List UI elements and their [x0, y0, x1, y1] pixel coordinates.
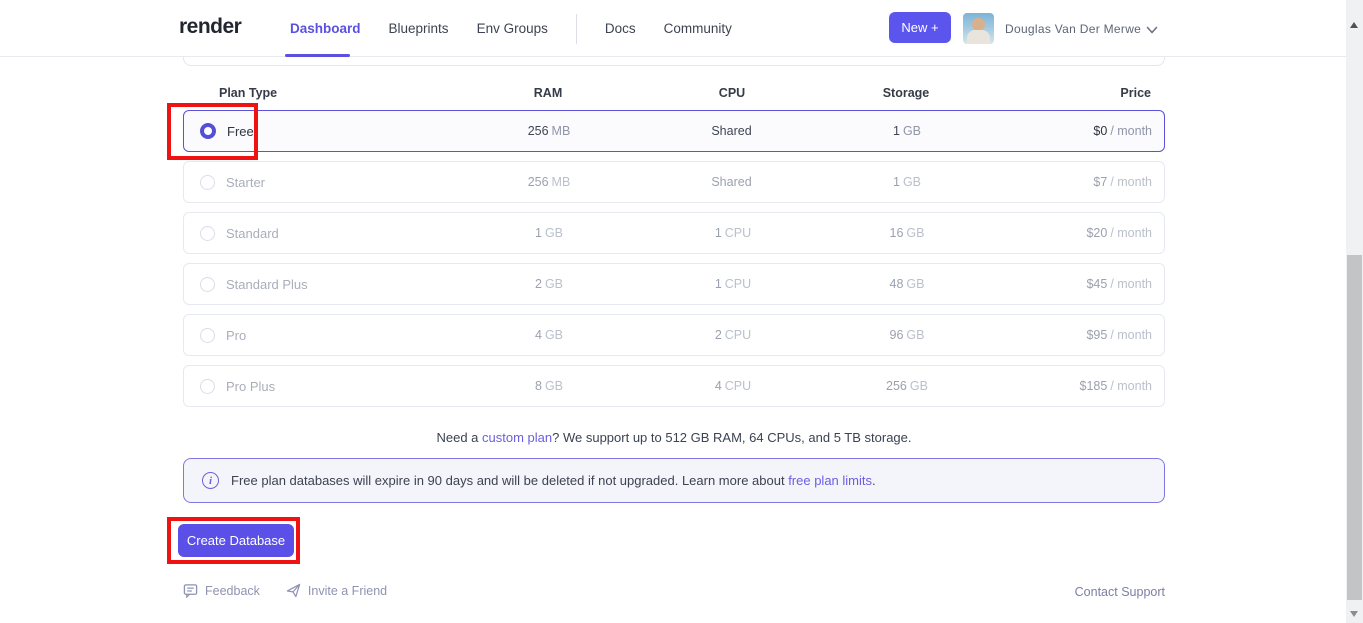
new-button[interactable]: New +: [889, 12, 951, 43]
banner-text: Free plan databases will expire in 90 da…: [231, 473, 876, 488]
invite-friend-link[interactable]: Invite a Friend: [286, 583, 387, 598]
invite-friend-label: Invite a Friend: [308, 584, 387, 598]
plan-cpu: 1CPU: [664, 275, 802, 293]
main-nav: Dashboard Blueprints Env Groups Docs Com…: [290, 0, 732, 57]
vertical-scrollbar[interactable]: [1346, 0, 1363, 623]
plan-radio[interactable]: [200, 328, 215, 343]
feedback-link[interactable]: Feedback: [183, 583, 260, 598]
plan-row[interactable]: Standard 1GB 1CPU 16GB $20/ month: [183, 212, 1165, 254]
custom-plan-link[interactable]: custom plan: [482, 430, 552, 445]
column-header-cpu: CPU: [663, 86, 801, 100]
plan-cpu: Shared: [664, 122, 802, 140]
contact-support-link[interactable]: Contact Support: [1075, 585, 1165, 599]
top-navbar: render Dashboard Blueprints Env Groups D…: [0, 0, 1346, 57]
plan-radio[interactable]: [200, 175, 215, 190]
plan-ram: 2GB: [434, 275, 664, 293]
plan-storage: 16GB: [802, 224, 1012, 242]
plan-storage: 1GB: [802, 122, 1012, 140]
custom-plan-prefix: Need a: [436, 430, 482, 445]
plan-storage: 256GB: [802, 377, 1012, 395]
plan-ram: 8GB: [434, 377, 664, 395]
plan-table-header: Plan Type RAM CPU Storage Price: [183, 83, 1165, 103]
free-plan-limits-link[interactable]: free plan limits: [788, 473, 872, 488]
nav-tab-env-groups[interactable]: Env Groups: [477, 21, 548, 36]
plan-name: Pro: [226, 328, 246, 343]
plan-radio[interactable]: [200, 379, 215, 394]
plan-radio[interactable]: [200, 123, 216, 139]
render-logo[interactable]: render: [179, 15, 241, 39]
plan-name: Starter: [226, 175, 265, 190]
plan-cpu: Shared: [664, 173, 802, 191]
plan-ram: 4GB: [434, 326, 664, 344]
plan-cpu: 4CPU: [664, 377, 802, 395]
info-icon: i: [202, 472, 219, 489]
plan-price: $185/ month: [1012, 377, 1166, 395]
plan-radio[interactable]: [200, 277, 215, 292]
main-content: Plan Type RAM CPU Storage Price Free 256…: [183, 0, 1165, 623]
plan-storage: 1GB: [802, 173, 1012, 191]
plan-name: Standard Plus: [226, 277, 308, 292]
scrollbar-down-arrow[interactable]: [1350, 611, 1358, 617]
plan-price: $95/ month: [1012, 326, 1166, 344]
plan-cpu: 1CPU: [664, 224, 802, 242]
feedback-bubble-icon: [183, 583, 198, 598]
create-database-button[interactable]: Create Database: [178, 524, 294, 557]
footer-left: Feedback Invite a Friend: [183, 583, 387, 598]
plan-price: $7/ month: [1012, 173, 1166, 191]
avatar-shoulders: [967, 30, 990, 44]
plan-row[interactable]: Pro Plus 8GB 4CPU 256GB $185/ month: [183, 365, 1165, 407]
plan-ram: 256MB: [434, 122, 664, 140]
user-name[interactable]: Douglas Van Der Merwe: [1005, 22, 1141, 36]
column-header-price: Price: [1011, 86, 1165, 100]
user-avatar[interactable]: [963, 13, 994, 44]
banner-text-suffix: .: [872, 473, 876, 488]
scrollbar-thumb[interactable]: [1347, 255, 1362, 600]
plan-price: $20/ month: [1012, 224, 1166, 242]
nav-tab-community[interactable]: Community: [664, 21, 732, 36]
plan-row[interactable]: Starter 256MB Shared 1GB $7/ month: [183, 161, 1165, 203]
banner-text-main: Free plan databases will expire in 90 da…: [231, 473, 788, 488]
plan-cpu: 2CPU: [664, 326, 802, 344]
plan-price: $0/ month: [1012, 122, 1166, 140]
plan-row[interactable]: Standard Plus 2GB 1CPU 48GB $45/ month: [183, 263, 1165, 305]
custom-plan-suffix: ? We support up to 512 GB RAM, 64 CPUs, …: [552, 430, 911, 445]
feedback-label: Feedback: [205, 584, 260, 598]
plan-name: Standard: [226, 226, 279, 241]
plan-name: Free: [227, 124, 254, 139]
paper-plane-icon: [286, 583, 301, 598]
column-header-plan-type: Plan Type: [183, 86, 433, 100]
page: render Dashboard Blueprints Env Groups D…: [0, 0, 1363, 623]
column-header-storage: Storage: [801, 86, 1011, 100]
footer: Feedback Invite a Friend Contact Support: [183, 583, 1165, 601]
nav-tab-docs[interactable]: Docs: [605, 21, 636, 36]
plan-row[interactable]: Free 256MB Shared 1GB $0/ month: [183, 110, 1165, 152]
chevron-down-icon[interactable]: [1145, 23, 1159, 37]
nav-divider: [576, 14, 577, 44]
plan-storage: 96GB: [802, 326, 1012, 344]
plan-table-body: Free 256MB Shared 1GB $0/ month Starter …: [183, 110, 1165, 416]
plan-storage: 48GB: [802, 275, 1012, 293]
column-header-ram: RAM: [433, 86, 663, 100]
plan-radio[interactable]: [200, 226, 215, 241]
plan-ram: 256MB: [434, 173, 664, 191]
active-tab-underline: [285, 54, 350, 57]
plan-price: $45/ month: [1012, 275, 1166, 293]
nav-tab-blueprints[interactable]: Blueprints: [389, 21, 449, 36]
custom-plan-note: Need a custom plan? We support up to 512…: [183, 430, 1165, 445]
plan-name: Pro Plus: [226, 379, 275, 394]
scrollbar-up-arrow[interactable]: [1350, 22, 1358, 28]
free-plan-info-banner: i Free plan databases will expire in 90 …: [183, 458, 1165, 503]
plan-ram: 1GB: [434, 224, 664, 242]
nav-tab-dashboard[interactable]: Dashboard: [290, 21, 361, 36]
plan-row[interactable]: Pro 4GB 2CPU 96GB $95/ month: [183, 314, 1165, 356]
